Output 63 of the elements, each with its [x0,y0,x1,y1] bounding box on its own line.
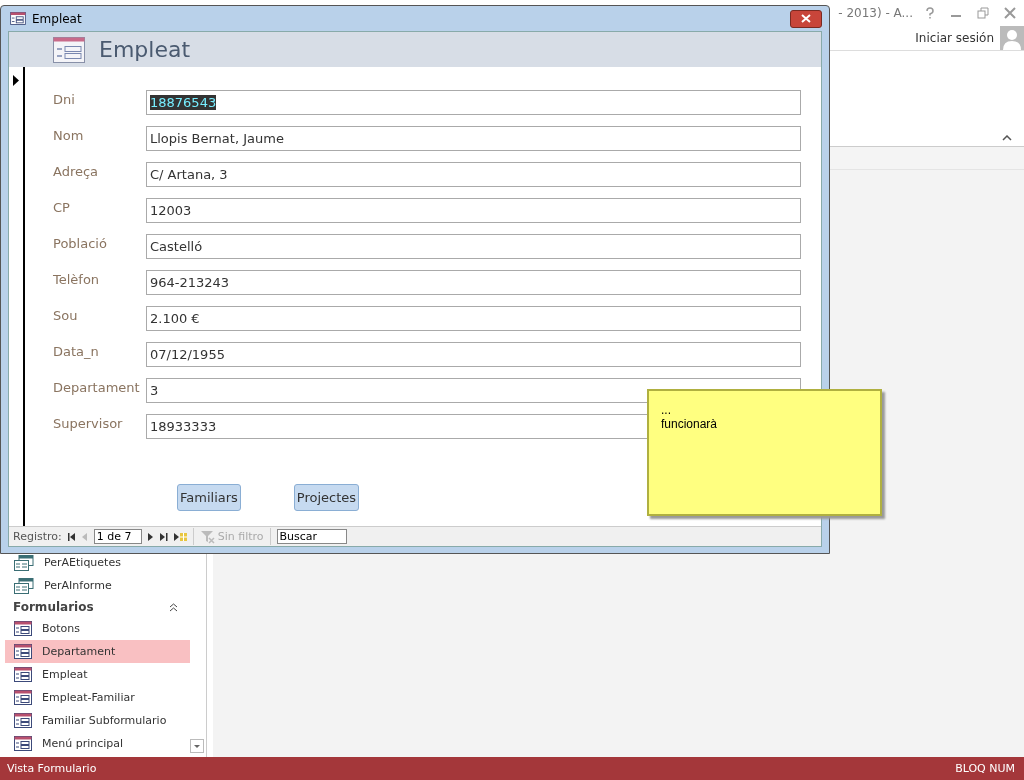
field-label: Sou [53,307,79,323]
form-icon [14,736,32,751]
nav-item[interactable]: Empleat-Familiar [5,686,191,709]
nav-item[interactable]: Empleat [5,663,191,686]
form-icon [14,621,32,636]
nav-item[interactable]: Menú principal [5,732,191,755]
new-record-icon[interactable] [173,532,187,541]
field-label: Població [53,235,108,251]
form-button[interactable]: Projectes [293,484,360,511]
input-field[interactable]: 07/12/1955 [146,342,801,367]
form-icon [10,12,26,25]
report-icon [14,554,34,571]
nav-item[interactable]: PerAInforme [5,574,191,597]
input-field[interactable]: 18876543 [146,90,801,115]
input-field[interactable]: 12003 [146,198,801,223]
input-field[interactable]: C/ Artana, 3 [146,162,801,187]
input-field[interactable]: 964-213243 [146,270,801,295]
note-text: funcionarà [661,417,719,431]
window-title: Empleat [32,11,83,26]
form-icon [14,644,32,659]
first-record-icon[interactable] [67,532,76,541]
form-button[interactable]: Familiars [177,484,241,511]
form-icon [14,713,32,728]
sign-in-link[interactable]: Iniciar sesión [915,31,994,45]
record-label: Registro: [13,530,62,543]
input-field[interactable]: Castelló [146,234,801,259]
collapse-icon[interactable] [169,602,179,612]
form-icon [53,36,85,63]
nav-item[interactable]: PerAEtiquetes [5,551,191,574]
field-label: Adreça [53,163,100,179]
field-label: CP [53,199,71,215]
app-title: - 2013) - A... [838,6,913,20]
current-record-icon [13,75,19,86]
field-label: Supervisor [53,415,124,431]
field-label: Departament [53,379,141,395]
nav-item[interactable]: Botons [5,617,191,640]
section-header[interactable]: Formularios [13,600,94,614]
search-field[interactable]: Buscar [276,529,347,544]
nav-item[interactable]: Departament [5,640,191,663]
filter-icon [199,529,216,544]
next-record-icon[interactable] [147,532,154,541]
form-header: Empleat [99,37,191,62]
note-text: ... [661,403,672,417]
collapse-ribbon-icon[interactable] [1002,135,1012,141]
nav-item[interactable]: Familiar Subformulario [5,709,191,732]
close-icon[interactable] [1004,7,1016,19]
field-label: Nom [53,127,85,143]
scroll-down-icon[interactable] [190,739,205,753]
input-field[interactable]: 2.100 € [146,306,801,331]
input-field[interactable]: Llopis Bernat, Jaume [146,126,801,151]
help-icon[interactable] [925,7,935,19]
report-icon [14,577,34,594]
field-label: Data_n [53,343,100,359]
field-label: Telèfon [53,271,101,287]
form-icon [14,667,32,682]
form-icon [14,690,32,705]
record-position-field[interactable]: 1 de 7 [93,529,142,544]
last-record-icon[interactable] [159,532,168,541]
field-label: Dni [53,91,76,107]
view-label: Vista Formulario [7,762,97,775]
num-lock-indicator: BLOQ NUM [955,762,1015,775]
close-icon [801,14,811,23]
close-button[interactable] [790,9,822,28]
